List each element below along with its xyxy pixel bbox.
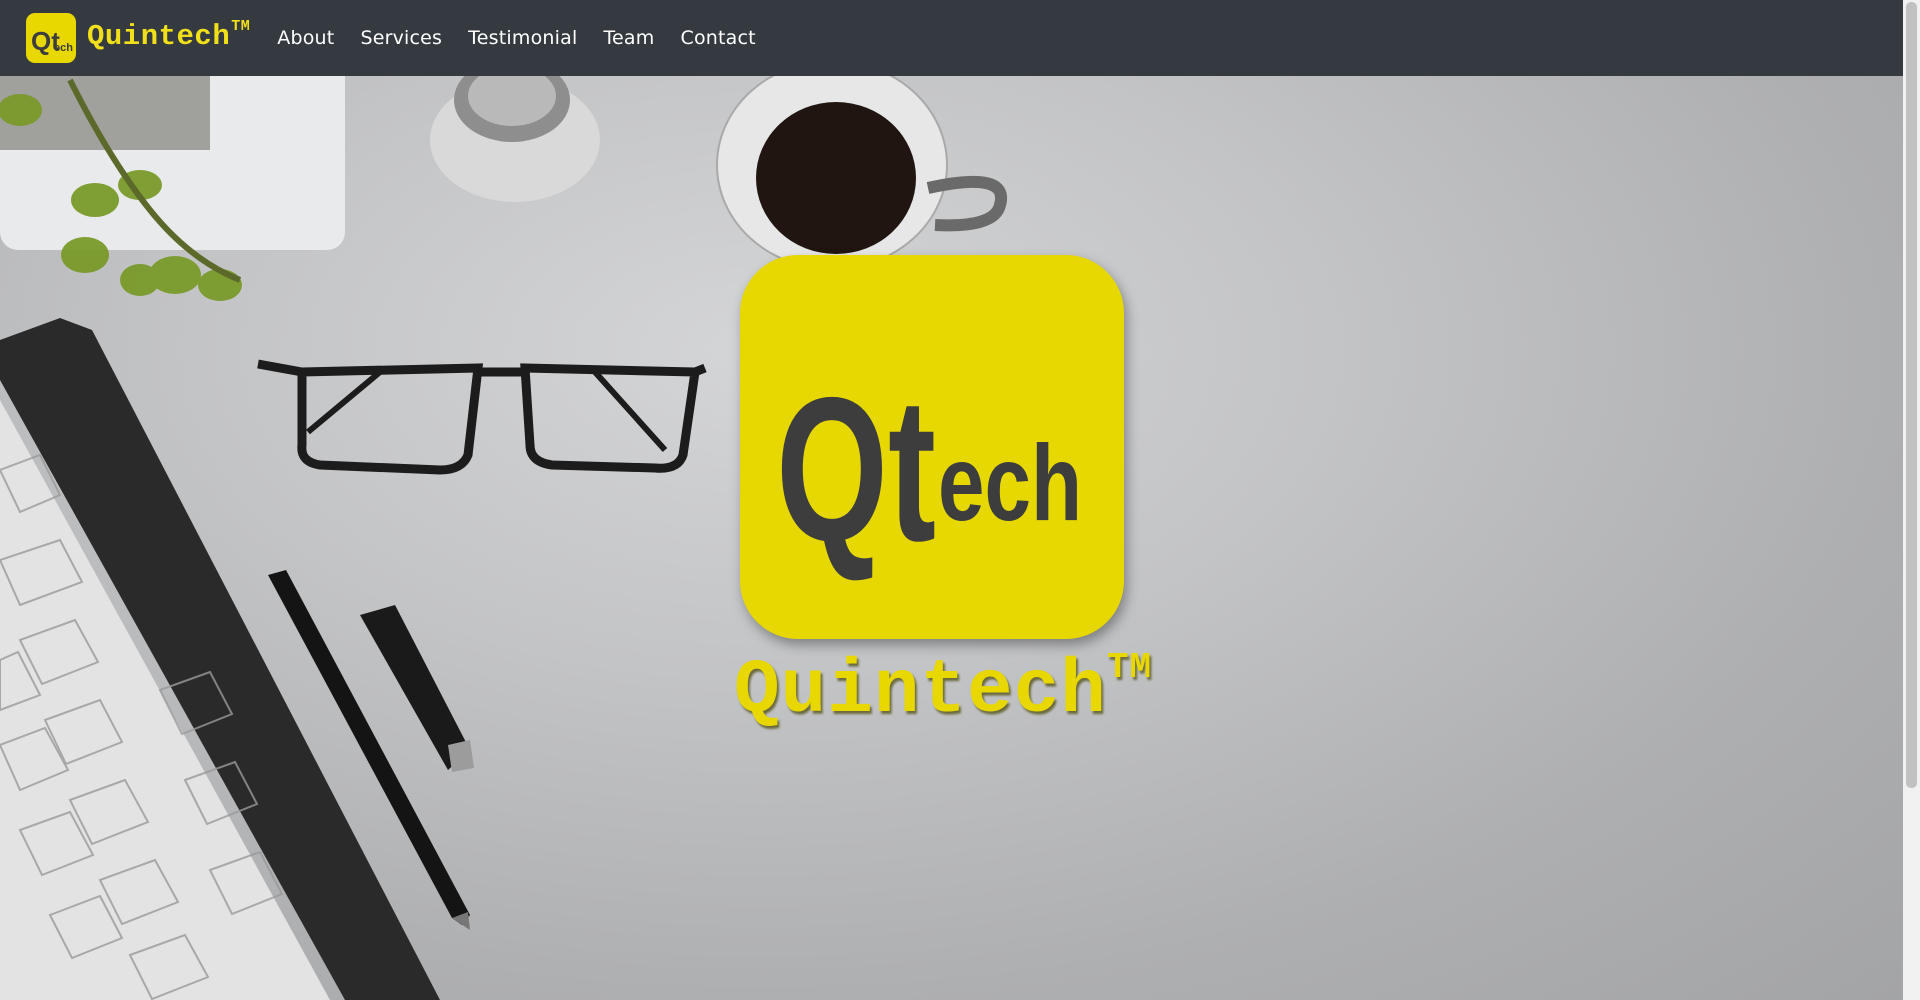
nav-link-team[interactable]: Team: [590, 27, 667, 49]
hero-title-trademark: TM: [1106, 646, 1153, 688]
brand-logo-icon: Qt ech: [26, 13, 76, 63]
hero-logo: Qt ech: [740, 255, 1124, 639]
navbar: Qt ech QuintechTM About Services Testimo…: [0, 0, 1903, 76]
hero-title: QuintechTM: [734, 646, 1153, 734]
hero-logo-ech: ech: [938, 422, 1082, 543]
scrollbar-thumb[interactable]: [1906, 2, 1917, 788]
brand-link[interactable]: Qt ech QuintechTM: [26, 13, 250, 63]
nav-link-contact[interactable]: Contact: [667, 27, 768, 49]
page: Qt ech QuintechTM About Services Testimo…: [0, 0, 1920, 1000]
brand-logo-ech: ech: [54, 42, 73, 54]
page-scrollbar[interactable]: [1903, 0, 1920, 1000]
nav-link-services[interactable]: Services: [347, 27, 455, 49]
hero-logo-mark: Qt ech: [776, 355, 1082, 584]
nav-link-testimonial[interactable]: Testimonial: [455, 27, 590, 49]
brand-logo-mark: Qt ech: [31, 26, 73, 56]
brand-name: QuintechTM: [87, 17, 251, 53]
hero-logo-qt: Qt: [776, 355, 936, 584]
nav-links: About Services Testimonial Team Contact: [264, 27, 769, 49]
nav-link-about[interactable]: About: [264, 27, 347, 49]
brand-trademark: TM: [231, 17, 251, 35]
eyeglasses: [257, 359, 707, 475]
hero-title-text: Quintech: [734, 648, 1107, 734]
brand-name-text: Quintech: [87, 19, 231, 53]
